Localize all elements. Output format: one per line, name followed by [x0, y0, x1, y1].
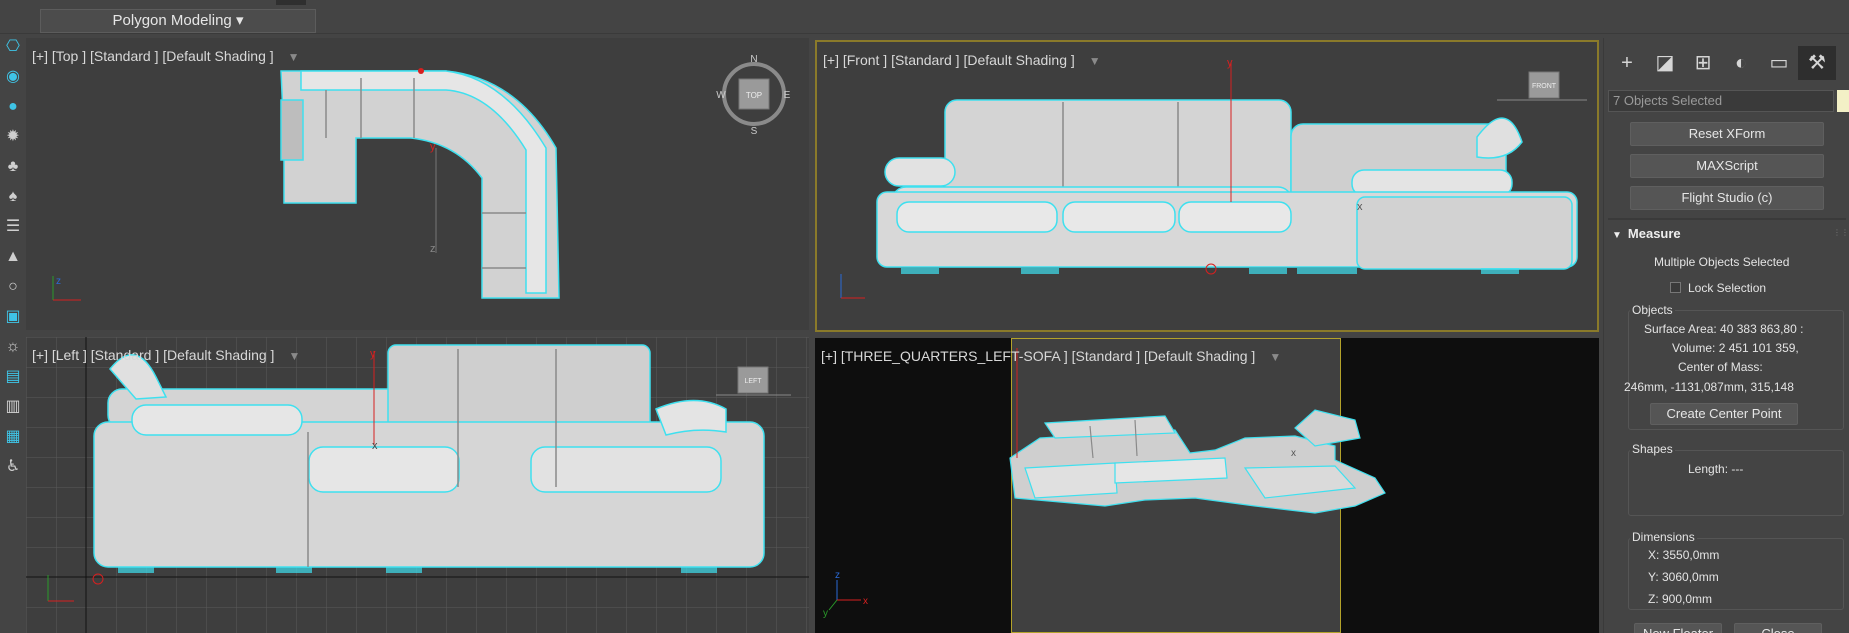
sofa-perspective-shape: [1009, 409, 1386, 514]
bulb-outline-icon[interactable]: ☼: [2, 336, 24, 358]
divider: [1608, 218, 1846, 220]
svg-text:S: S: [751, 126, 758, 137]
axis-tripod: z: [52, 276, 81, 301]
workspace-dropdown[interactable]: Polygon Modeling ▾: [40, 9, 316, 33]
filter-icon[interactable]: ▼: [288, 50, 300, 64]
svg-text:N: N: [750, 54, 757, 65]
viewcube-face: LEFT: [744, 378, 762, 385]
shapes-group-title: Shapes: [1630, 442, 1675, 456]
shape-length-value: Length: ---: [1688, 462, 1744, 476]
viewport-label[interactable]: [+] [THREE_QUARTERS_LEFT-SOFA ] [Standar…: [821, 348, 1281, 364]
filter-icon[interactable]: ▼: [1089, 54, 1101, 68]
create-tab-icon[interactable]: +: [1608, 46, 1646, 80]
maxscript-button[interactable]: MAXScript: [1630, 154, 1824, 178]
center-of-mass-value: 246mm, -1131,087mm, 315,148: [1624, 380, 1794, 394]
axis-x-label: x: [1291, 448, 1296, 459]
volume-value: Volume: 2 451 101 359,: [1672, 341, 1799, 355]
panel-icon[interactable]: ▤: [2, 366, 24, 388]
viewcube-compass[interactable]: TOP N S E W: [716, 54, 790, 137]
center-of-mass-label: Center of Mass:: [1678, 360, 1763, 374]
axis-x-label: x: [1357, 201, 1363, 213]
svg-text:y: y: [823, 608, 828, 619]
svg-text:E: E: [784, 90, 791, 101]
axis-y-label: y: [430, 141, 436, 153]
reset-xform-button[interactable]: Reset XForm: [1630, 122, 1824, 146]
svg-text:z: z: [835, 570, 840, 581]
dimensions-group-title: Dimensions: [1630, 530, 1697, 544]
dimension-z-value: Z: 900,0mm: [1648, 592, 1713, 606]
light-bulb-icon[interactable]: ●: [2, 96, 24, 118]
workspace-label: Polygon Modeling: [112, 12, 232, 29]
new-floater-button[interactable]: New Floater: [1634, 623, 1722, 633]
axis-y-label: y: [370, 348, 376, 360]
film-icon[interactable]: ▦: [2, 426, 24, 448]
collapse-arrow-icon: ▼: [1612, 230, 1622, 241]
axis-y-label: y: [1227, 57, 1233, 69]
viewport-label[interactable]: [+] [Left ] [Standard ] [Default Shading…: [32, 347, 300, 363]
close-button[interactable]: Close: [1734, 623, 1822, 633]
shapes-group: [1628, 450, 1844, 516]
measure-rollout-header[interactable]: ▼ Measure: [1612, 226, 1681, 241]
viewport-left[interactable]: y x LEFT [+] [Left ] [Standard ] [Defaul…: [26, 337, 809, 633]
layers-icon[interactable]: ▣: [2, 306, 24, 328]
viewcube-face: FRONT: [1532, 83, 1557, 90]
objects-group-title: Objects: [1630, 303, 1675, 317]
create-center-point-button[interactable]: Create Center Point: [1650, 403, 1798, 425]
svg-text:z: z: [56, 276, 61, 287]
hierarchy-tab-icon[interactable]: ⊞: [1684, 46, 1722, 80]
filter-icon[interactable]: ▼: [1269, 350, 1281, 364]
command-panel: + ◪ ⊞ ◐ ▭ ⚒ 7 Objects Selected Reset XFo…: [1603, 38, 1849, 633]
flight-studio-button[interactable]: Flight Studio (c): [1630, 186, 1824, 210]
script-icon[interactable]: ▥: [2, 396, 24, 418]
sun-icon[interactable]: ✹: [2, 126, 24, 148]
utilities-tab-icon[interactable]: ⚒: [1798, 46, 1836, 80]
rollout-grip-icon[interactable]: ⋮⋮: [1833, 228, 1849, 237]
display-tab-icon[interactable]: ▭: [1760, 46, 1798, 80]
dimension-y-value: Y: 3060,0mm: [1648, 570, 1719, 584]
chair-icon[interactable]: ♿: [2, 456, 24, 478]
sofa-front-shape: [876, 99, 1578, 270]
sofa-top-shape: [280, 70, 560, 299]
viewport-label[interactable]: [+] [Top ] [Standard ] [Default Shading …: [32, 48, 300, 64]
selection-name-field[interactable]: 7 Objects Selected: [1608, 90, 1834, 112]
viewcube-face: TOP: [746, 91, 762, 100]
foliage-icon[interactable]: ♠: [2, 186, 24, 208]
dimension-x-value: X: 3550,0mm: [1648, 548, 1720, 562]
axis-tripod: z y x: [823, 570, 868, 619]
top-toolbar: Polygon Modeling ▾: [0, 0, 1849, 34]
lock-selection-label: Lock Selection: [1688, 281, 1767, 295]
object-color-swatch[interactable]: [1837, 90, 1849, 112]
viewcube[interactable]: FRONT: [1497, 71, 1587, 101]
axis-tripod: [840, 274, 865, 299]
filter-icon[interactable]: ▼: [288, 349, 300, 363]
lock-selection-checkbox[interactable]: [1670, 282, 1681, 293]
pine-icon[interactable]: ▲: [2, 246, 24, 268]
ribbon-mini-button[interactable]: [276, 0, 306, 5]
chevron-down-icon: ▾: [235, 12, 244, 29]
svg-text:W: W: [716, 90, 726, 101]
list-icon[interactable]: ☰: [2, 216, 24, 238]
modify-tab-icon[interactable]: ◪: [1646, 46, 1684, 80]
viewport-top[interactable]: y z z TOP N S E W [+] [Top ] [Standard ]…: [26, 38, 809, 330]
viewport-perspective[interactable]: x z y x [+] [THREE_QUARTERS_LEFT-SOFA ] …: [815, 338, 1599, 633]
left-toolbar: ⎔ ◉ ● ✹ ♣ ♠ ☰ ▲ ○ ▣ ☼ ▤ ▥ ▦ ♿: [0, 34, 26, 633]
axis-z-label: z: [430, 243, 436, 255]
measure-status: Multiple Objects Selected: [1654, 255, 1790, 269]
svg-text:x: x: [863, 596, 868, 607]
ribbon-button-strip[interactable]: [40, 0, 315, 13]
camera-target-icon[interactable]: ◉: [2, 66, 24, 88]
tree-icon[interactable]: ♣: [2, 156, 24, 178]
motion-tab-icon[interactable]: ◐: [1722, 46, 1760, 80]
camera-icon[interactable]: ⎔: [2, 36, 24, 58]
command-panel-tabs: + ◪ ⊞ ◐ ▭ ⚒: [1604, 46, 1849, 80]
ring-icon[interactable]: ○: [2, 276, 24, 298]
viewport-front[interactable]: y x FRONT [+] [Front ] [Standard ] [Defa…: [815, 40, 1599, 332]
axis-x-label: x: [372, 440, 378, 452]
viewport-label[interactable]: [+] [Front ] [Standard ] [Default Shadin…: [823, 52, 1101, 68]
surface-area-value: Surface Area: 40 383 863,80 :: [1644, 322, 1804, 336]
